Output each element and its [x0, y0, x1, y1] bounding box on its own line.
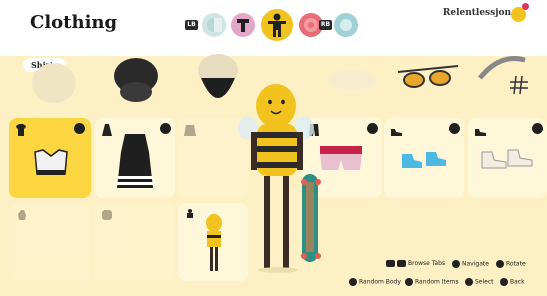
hint-label: Back — [510, 278, 525, 286]
minus-button-icon — [349, 278, 357, 286]
item-tile-gloves[interactable] — [10, 203, 90, 281]
lb-button-icon — [386, 260, 395, 267]
username: Relentlessjon — [442, 8, 511, 18]
hint-random-items: Random Items — [405, 278, 459, 286]
skateboard-icon — [301, 174, 321, 262]
item-tile-black-dress[interactable] — [95, 118, 175, 198]
hint-label: Browse Tabs — [408, 260, 446, 267]
hint-label: Random Body — [359, 278, 401, 286]
item-tile-blue-sneakers[interactable] — [384, 118, 464, 198]
shirt-icon — [16, 124, 26, 136]
bee-mini-icon — [206, 214, 222, 271]
left-stick-icon — [452, 260, 460, 268]
rb-button-icon[interactable]: RB — [319, 20, 332, 30]
tab-head[interactable] — [231, 13, 255, 37]
item-tile-crop-top[interactable] — [9, 118, 91, 198]
tab-body[interactable] — [202, 13, 226, 37]
hint-back: Back — [500, 278, 525, 286]
item-tile-chain[interactable] — [470, 48, 547, 103]
pads-icon — [102, 210, 112, 220]
tab-board[interactable] — [334, 13, 358, 37]
shoe-icon — [475, 129, 486, 136]
plus-button-icon — [405, 278, 413, 286]
rb-button-icon — [397, 260, 406, 267]
hint-random-body: Random Body — [349, 278, 401, 286]
black-dress-icon — [117, 134, 153, 188]
crop-top-icon — [34, 149, 68, 175]
jacket-icon — [184, 125, 196, 136]
swap-badge-icon — [532, 123, 543, 134]
circle-icon — [340, 19, 352, 31]
hint-select: Select — [465, 278, 494, 286]
blue-sneakers-icon — [402, 152, 446, 168]
bald-head-icon — [32, 63, 76, 103]
tab-clothing[interactable] — [261, 9, 293, 41]
item-tile-white-boots[interactable] — [468, 118, 547, 198]
lb-button-icon[interactable]: LB — [185, 20, 198, 30]
glove-icon — [18, 210, 26, 220]
swap-badge-icon — [74, 123, 85, 134]
person-icon — [187, 209, 193, 218]
hint-label: Rotate — [506, 260, 526, 268]
swap-badge-icon — [449, 123, 460, 134]
body-icon — [207, 18, 222, 32]
item-tile-dark-hair[interactable] — [98, 48, 176, 108]
item-tile-bald-head[interactable] — [14, 48, 92, 108]
dress-icon — [102, 124, 112, 136]
person-icon — [268, 13, 286, 37]
shoe-icon — [391, 129, 402, 136]
sunglasses-icon — [397, 65, 459, 88]
hammer-icon — [237, 19, 249, 32]
page-title: Clothing — [30, 12, 118, 33]
swap-badge-icon — [160, 123, 171, 134]
right-stick-icon — [496, 260, 504, 268]
swap-badge-icon — [367, 123, 378, 134]
b-button-icon — [500, 278, 508, 286]
notification-badge-icon — [522, 3, 529, 10]
hint-rotate: Rotate — [496, 260, 526, 268]
hint-browse-tabs: Browse Tabs — [386, 260, 445, 267]
chain-icon — [478, 56, 528, 95]
dark-hair-icon — [114, 58, 158, 102]
hint-navigate: Navigate — [452, 260, 489, 268]
white-boots-icon — [481, 149, 533, 169]
hint-label: Navigate — [462, 260, 489, 268]
hint-label: Select — [475, 278, 494, 286]
item-tile-sunglasses[interactable] — [390, 48, 468, 103]
item-tile-pads[interactable] — [95, 203, 175, 281]
a-button-icon — [465, 278, 473, 286]
hint-label: Random Items — [415, 278, 459, 286]
